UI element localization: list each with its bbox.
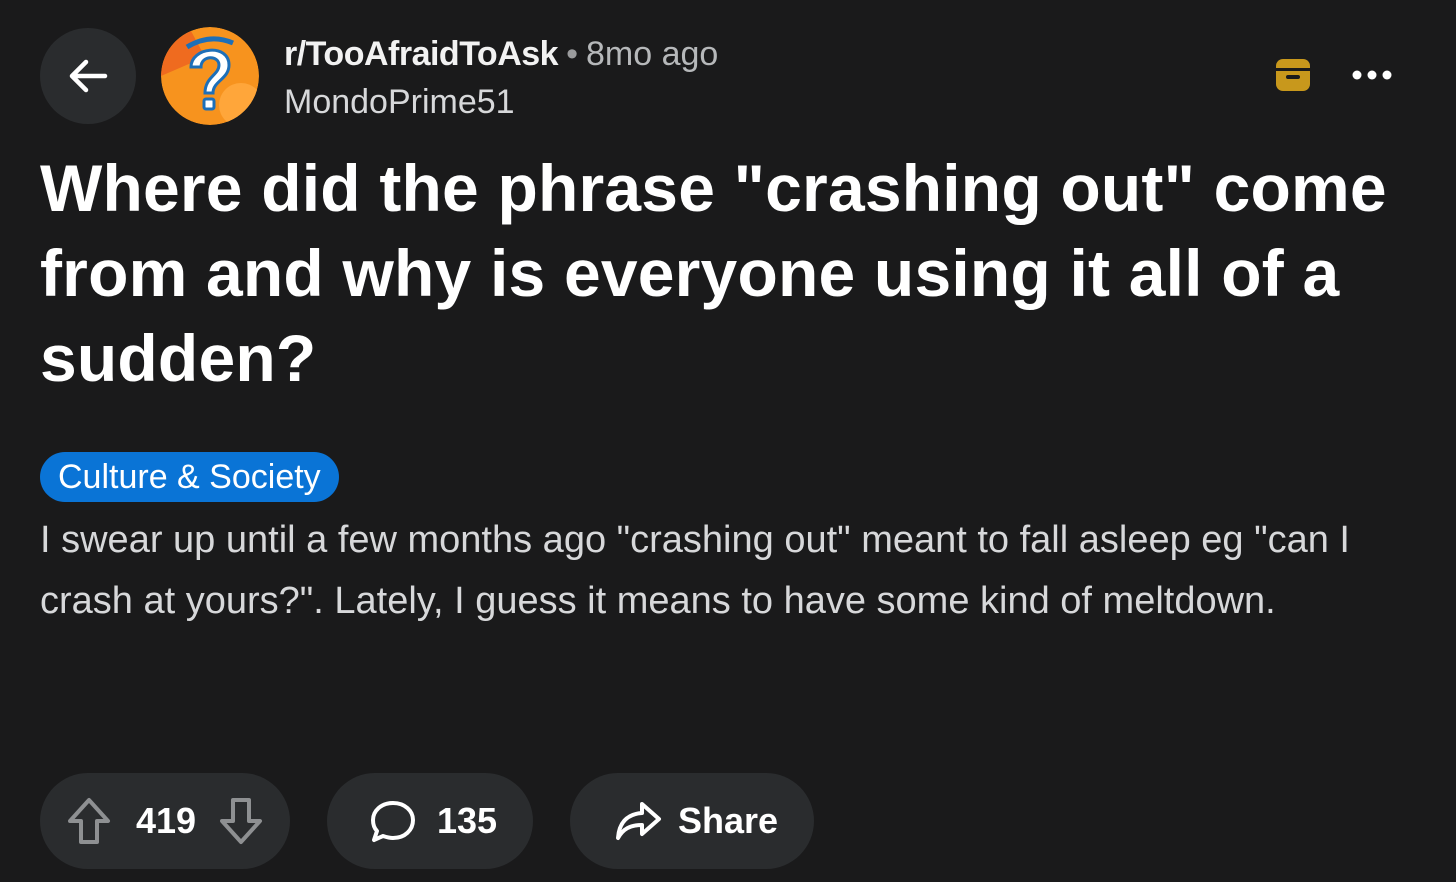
comment-bubble-icon — [369, 798, 417, 844]
arrow-left-icon — [65, 53, 111, 99]
downvote-arrow-icon — [218, 796, 264, 846]
comment-count: 135 — [437, 800, 498, 841]
meta-separator: • — [566, 35, 578, 73]
post-time: 8mo ago — [585, 35, 719, 73]
back-button[interactable] — [40, 28, 136, 124]
share-arrow-icon — [614, 800, 662, 842]
post-title: Where did the phrase "crashing out" come… — [40, 151, 1387, 395]
author-link[interactable]: MondoPrime51 — [284, 80, 515, 124]
more-dots-icon — [1352, 70, 1392, 80]
post-flair[interactable]: Culture & Society — [40, 452, 339, 502]
comments-button[interactable]: 135 — [327, 773, 533, 869]
downvote-button[interactable] — [218, 796, 264, 846]
post-meta: r/TooAfraidToAsk • 8mo ago — [284, 32, 718, 76]
upvote-arrow-icon — [66, 796, 112, 846]
subreddit-link[interactable]: r/TooAfraidToAsk — [284, 35, 559, 73]
archive-icon — [1274, 57, 1312, 93]
share-button[interactable]: Share — [570, 773, 814, 869]
vote-bar: 419 — [40, 773, 290, 869]
subreddit-avatar[interactable] — [161, 27, 259, 125]
share-label: Share — [678, 800, 779, 841]
more-options-button[interactable] — [1346, 52, 1398, 98]
post-body: I swear up until a few months ago "crash… — [40, 519, 1350, 622]
vote-count: 419 — [136, 800, 197, 841]
upvote-button[interactable] — [66, 796, 112, 846]
